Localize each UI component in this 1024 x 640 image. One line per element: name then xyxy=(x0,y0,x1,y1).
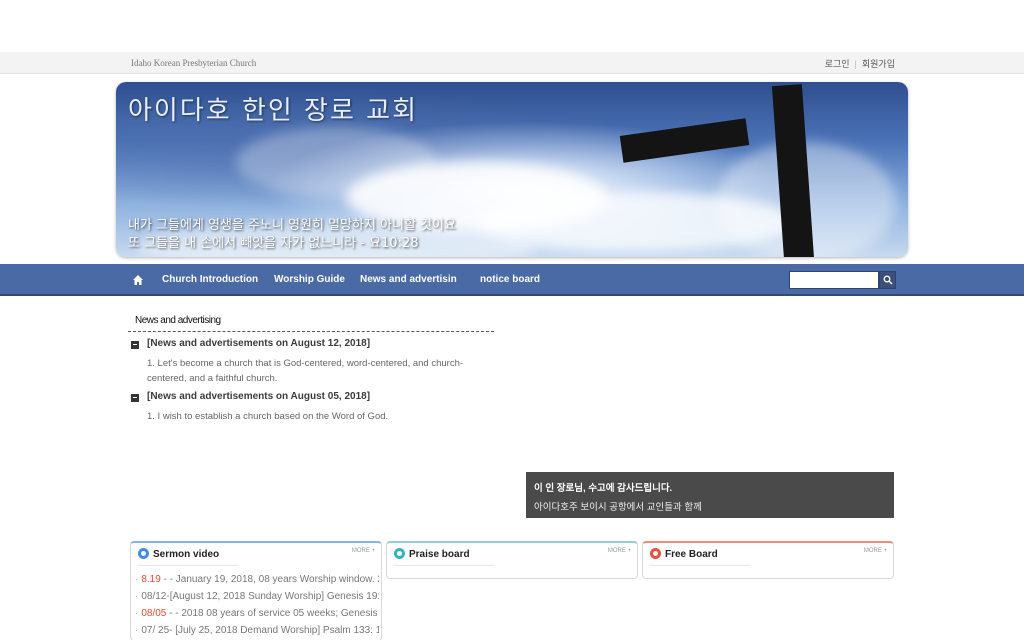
link-separator: | xyxy=(854,58,857,69)
minus-box-icon xyxy=(131,394,139,402)
praise-board-panel: Praise board MORE + xyxy=(386,541,638,579)
more-link[interactable]: MORE + xyxy=(864,548,887,554)
panel-title: Sermon video xyxy=(153,549,220,560)
divider xyxy=(128,331,494,332)
water-drop-icon xyxy=(138,548,149,559)
news-item-title[interactable]: [News and advertisements on August 12, 2… xyxy=(147,338,370,349)
news-item-body: 1. I wish to establish a church based on… xyxy=(147,411,389,422)
church-title: 아이다호 한인 장로 교회 xyxy=(128,96,418,126)
list-item[interactable]: · 08/05 - - 2018 08 years of service 05 w… xyxy=(135,605,379,622)
nav-church-introduction[interactable]: Church Introduction xyxy=(162,274,258,285)
sermon-list: · 8.19 - - January 19, 2018, 08 years Wor… xyxy=(135,571,379,639)
free-board-panel: Free Board MORE + xyxy=(642,541,894,579)
search-input[interactable] xyxy=(789,271,879,289)
list-item[interactable]: · 8.19 - - January 19, 2018, 08 years Wor… xyxy=(135,571,379,588)
list-item[interactable]: · 07/ 25- [July 25, 2018 Demand Worship] … xyxy=(135,622,379,639)
panel-title: Praise board xyxy=(409,549,470,560)
news-item-title[interactable]: [News and advertisements on August 05, 2… xyxy=(147,391,370,402)
bible-verse-line2: 또 그들을 내 손에서 빼앗을 자가 없느니라 - 요10:28 xyxy=(128,236,419,251)
signup-link[interactable]: 회원가입 xyxy=(862,57,895,70)
main-nav: Church Introduction Worship Guide News a… xyxy=(0,264,1024,296)
list-item[interactable]: · 08/12-[August 12, 2018 Sunday Worship] … xyxy=(135,588,379,605)
caption-subtitle: 아이다호주 보이시 공항에서 교인들과 함께 xyxy=(534,502,702,513)
caption-title: 이 인 장로님, 수고에 감사드립니다. xyxy=(534,483,673,494)
more-link[interactable]: MORE + xyxy=(352,548,375,554)
home-icon[interactable] xyxy=(132,274,144,286)
water-drop-icon xyxy=(650,548,661,559)
bible-verse-line1: 내가 그들에게 영생을 주노니 영원히 멸망하지 아니할 것이요 xyxy=(128,218,456,233)
top-bar: Idaho Korean Presbyterian Church 로그인 | 회… xyxy=(0,52,1024,74)
nav-notice-board[interactable]: notice board xyxy=(480,274,540,285)
news-section-heading: News and advertising xyxy=(135,315,221,326)
account-links: 로그인 | 회원가입 xyxy=(825,57,895,70)
news-item-body: 1. Let's become a church that is God-cen… xyxy=(147,358,464,384)
site-name: Idaho Korean Presbyterian Church xyxy=(131,58,257,68)
water-drop-icon xyxy=(394,548,405,559)
hero-banner: 아이다호 한인 장로 교회 내가 그들에게 영생을 주노니 영원히 멸망하지 아… xyxy=(116,82,908,257)
panel-title: Free Board xyxy=(665,549,718,560)
nav-news-advertising[interactable]: News and advertising xyxy=(360,274,457,285)
minus-box-icon xyxy=(131,341,139,349)
sermon-video-panel: Sermon video MORE + · 8.19 - - January 19… xyxy=(130,541,382,640)
photo-caption[interactable]: 이 인 장로님, 수고에 감사드립니다. 아이다호주 보이시 공항에서 교인들과… xyxy=(526,472,894,518)
login-link[interactable]: 로그인 xyxy=(825,57,850,70)
search-button[interactable] xyxy=(879,271,896,289)
nav-worship-guide[interactable]: Worship Guide xyxy=(274,274,345,285)
more-link[interactable]: MORE + xyxy=(608,548,631,554)
search-icon xyxy=(883,275,893,285)
